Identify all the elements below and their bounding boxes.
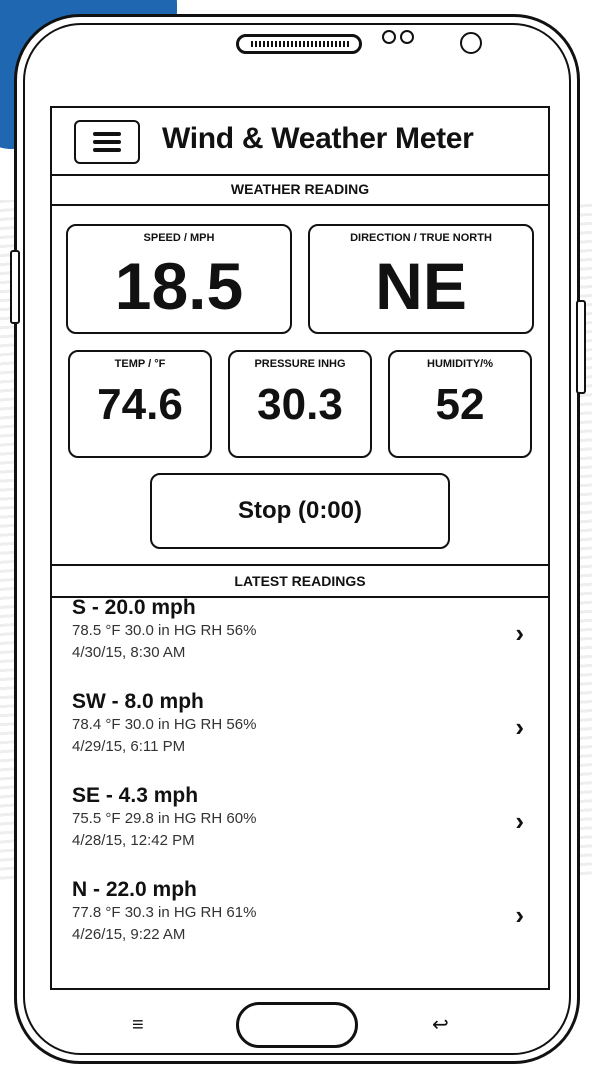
speed-card: SPEED / MPH 18.5 <box>66 224 292 334</box>
reading-date: 4/28/15, 12:42 PM <box>72 832 195 849</box>
sensor-dot <box>382 30 396 44</box>
page-title: Wind & Weather Meter <box>162 122 474 155</box>
latest-readings-header: LATEST READINGS <box>52 564 548 598</box>
readings-list: S - 20.0 mph 78.5 °F 30.0 in HG RH 56% 4… <box>52 596 548 972</box>
app-screen: Wind & Weather Meter WEATHER READING SPE… <box>50 106 550 990</box>
chevron-right-icon: › <box>515 806 524 836</box>
list-item[interactable]: S - 20.0 mph 78.5 °F 30.0 in HG RH 56% 4… <box>52 596 548 690</box>
volume-button <box>10 250 20 324</box>
temp-card: TEMP / °F 74.6 <box>68 350 212 458</box>
reading-details: 78.4 °F 30.0 in HG RH 56% <box>72 716 257 733</box>
reading-details: 75.5 °F 29.8 in HG RH 60% <box>72 810 257 827</box>
humidity-value: 52 <box>435 380 485 429</box>
reading-title: N - 22.0 mph <box>72 878 197 901</box>
app-bar: Wind & Weather Meter <box>52 108 548 176</box>
reading-date: 4/29/15, 6:11 PM <box>72 738 186 755</box>
reading-details: 78.5 °F 30.0 in HG RH 56% <box>72 622 257 639</box>
reading-date: 4/30/15, 8:30 AM <box>72 644 186 661</box>
pressure-label: PRESSURE INHG <box>254 358 346 370</box>
chevron-right-icon: › <box>515 900 524 930</box>
reading-details: 77.8 °F 30.3 in HG RH 61% <box>72 904 257 921</box>
reading-title: SW - 8.0 mph <box>72 690 204 713</box>
sensor-dot <box>400 30 414 44</box>
menu-button[interactable] <box>74 120 140 164</box>
power-button <box>576 300 586 394</box>
pressure-card: PRESSURE INHG 30.3 <box>228 350 372 458</box>
humidity-card: HUMIDITY/% 52 <box>388 350 532 458</box>
temp-value: 74.6 <box>97 380 183 429</box>
list-item[interactable]: SW - 8.0 mph 78.4 °F 30.0 in HG RH 56% 4… <box>52 690 548 784</box>
chevron-right-icon: › <box>515 712 524 742</box>
stop-button[interactable]: Stop (0:00) <box>150 473 450 549</box>
reading-date: 4/26/15, 9:22 AM <box>72 926 186 943</box>
direction-card: DIRECTION / TRUE NORTH NE <box>308 224 534 334</box>
reading-title: SE - 4.3 mph <box>72 784 199 807</box>
weather-reading-header: WEATHER READING <box>52 174 548 206</box>
direction-value: NE <box>375 249 467 323</box>
reading-title: S - 20.0 mph <box>72 596 196 619</box>
direction-label: DIRECTION / TRUE NORTH <box>350 232 492 244</box>
home-button[interactable] <box>236 1002 358 1048</box>
list-item[interactable]: SE - 4.3 mph 75.5 °F 29.8 in HG RH 60% 4… <box>52 784 548 878</box>
menu-key-icon[interactable]: ≡ <box>132 1014 144 1037</box>
list-item[interactable]: N - 22.0 mph 77.8 °F 30.3 in HG RH 61% 4… <box>52 878 548 972</box>
temp-label: TEMP / °F <box>114 358 166 370</box>
speaker-grille <box>236 34 362 54</box>
humidity-label: HUMIDITY/% <box>427 358 493 370</box>
back-key-icon[interactable]: ↩ <box>432 1012 449 1037</box>
front-camera <box>460 32 482 54</box>
chevron-right-icon: › <box>515 618 524 648</box>
speed-value: 18.5 <box>114 249 244 323</box>
speed-label: SPEED / MPH <box>143 232 215 244</box>
pressure-value: 30.3 <box>257 380 343 429</box>
